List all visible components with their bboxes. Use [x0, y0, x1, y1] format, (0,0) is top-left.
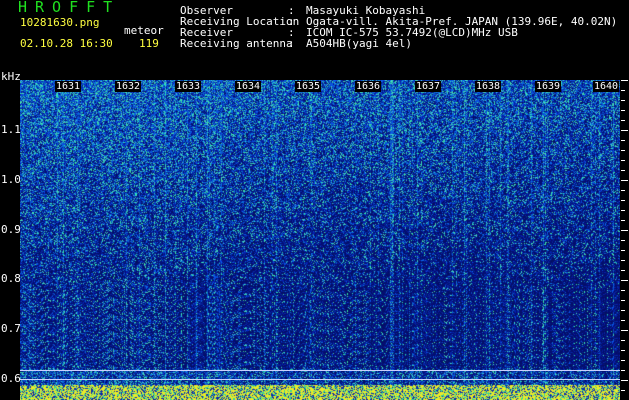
scale-tick	[621, 140, 625, 141]
y-tick-label: 0.9	[1, 223, 21, 236]
scale-tick	[621, 270, 625, 271]
antenna-value: A504HB(yagi 4el)	[306, 37, 412, 50]
scale-tick	[621, 90, 625, 91]
scale-tick	[621, 260, 625, 261]
y-tick-label: 0.6	[1, 372, 21, 385]
scale-tick	[621, 220, 625, 221]
minute-label: 1635	[295, 81, 322, 92]
y-tick-label: 0.7	[1, 322, 21, 335]
right-scale	[620, 80, 629, 400]
scale-tick	[621, 340, 625, 341]
scale-tick	[621, 370, 625, 371]
scale-tick	[621, 230, 628, 231]
minute-label: 1637	[415, 81, 442, 92]
minute-label: 1634	[235, 81, 262, 92]
scale-tick	[621, 330, 628, 331]
minute-label: 1639	[535, 81, 562, 92]
scale-tick	[621, 190, 625, 191]
meteor-count: 119	[139, 37, 159, 50]
scale-tick	[621, 250, 625, 251]
scale-tick	[621, 120, 625, 121]
app-logo: HROFFT	[18, 0, 121, 16]
scale-tick	[621, 300, 625, 301]
axis-unit-label: kHz	[1, 70, 21, 83]
minute-label: 1633	[175, 81, 202, 92]
scale-tick	[621, 290, 625, 291]
minute-label: 1636	[355, 81, 382, 92]
scale-tick	[621, 150, 625, 151]
scale-tick	[621, 180, 628, 181]
minute-label: 1631	[55, 81, 82, 92]
minute-label: 1640	[593, 81, 620, 92]
minute-label: 1632	[115, 81, 142, 92]
header-panel: HROFFT 10281630.png 02.10.28 16:30 meteo…	[0, 0, 629, 78]
scale-tick	[621, 110, 625, 111]
spectrogram	[20, 80, 620, 400]
y-tick-label: 0.8	[1, 272, 21, 285]
y-tick-label: 1.0	[1, 173, 21, 186]
scale-tick	[621, 350, 625, 351]
scale-tick	[621, 360, 625, 361]
reference-line	[20, 379, 620, 380]
date-time: 02.10.28 16:30	[20, 37, 113, 50]
scale-tick	[621, 100, 625, 101]
scale-tick	[621, 170, 625, 171]
scale-tick	[621, 240, 625, 241]
y-tick-label: 1.1	[1, 123, 21, 136]
scale-tick	[621, 280, 628, 281]
spectrogram-canvas	[20, 80, 620, 400]
scale-tick	[621, 160, 625, 161]
scale-tick	[621, 310, 625, 311]
scale-tick	[621, 320, 625, 321]
scale-tick	[621, 390, 625, 391]
scale-tick	[621, 380, 628, 381]
file-name: 10281630.png	[20, 16, 100, 29]
scale-tick	[621, 130, 628, 131]
meteor-label: meteor	[124, 24, 164, 37]
minute-label: 1638	[475, 81, 502, 92]
reference-line	[20, 370, 620, 371]
antenna-label: Receiving antenna	[180, 37, 293, 50]
scale-tick	[621, 80, 628, 81]
scale-tick	[621, 210, 625, 211]
colon: :	[288, 37, 295, 50]
scale-tick	[621, 200, 625, 201]
